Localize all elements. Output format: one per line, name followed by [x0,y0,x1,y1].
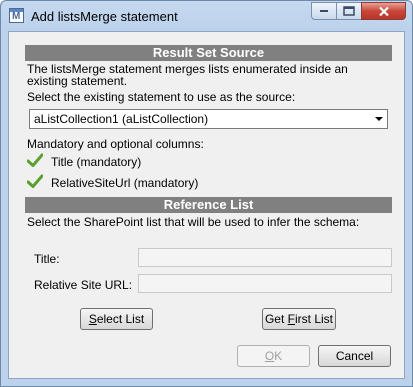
close-icon [378,6,389,16]
select-source-prompt: Select the existing statement to use as … [27,90,296,104]
result-set-source-header: Result Set Source [25,45,392,61]
minimize-button[interactable] [311,2,337,20]
maximize-button[interactable] [336,2,362,20]
source-statement-dropdown[interactable]: aListCollection1 (aListCollection) [29,109,388,129]
check-icon [27,174,43,188]
title-label: Title: [34,252,60,266]
dialog-content: Result Set Source The listsMerge stateme… [8,31,405,379]
check-icon [27,153,43,167]
reference-list-prompt: Select the SharePoint list that will be … [27,215,360,229]
get-first-list-button[interactable]: Get First List [262,308,336,330]
column-item: RelativeSiteUrl (mandatory) [51,176,199,190]
ok-label: K [274,349,283,363]
columns-label: Mandatory and optional columns: [27,137,204,151]
select-list-label: elect List [96,312,145,326]
source-description: The listsMerge statement merges lists en… [27,62,348,88]
dialog-window: M Add listsMerge statement Result Set So… [0,0,413,387]
select-list-mnemonic: S [88,312,97,326]
relative-site-url-field[interactable] [138,274,392,293]
close-button[interactable] [361,2,406,20]
reference-list-header: Reference List [25,197,392,213]
app-icon[interactable]: M [9,8,24,23]
relative-site-url-label: Relative Site URL: [34,278,133,292]
source-statement-value: aListCollection1 (aListCollection) [34,112,209,126]
select-list-button[interactable]: Select List [80,308,153,330]
get-first-list-label-pre: Get [264,312,285,326]
cancel-button[interactable]: Cancel [318,345,391,367]
ok-mnemonic: O [264,349,275,363]
maximize-icon [343,6,355,16]
title-bar[interactable]: M Add listsMerge statement [1,1,412,31]
column-item: Title (mandatory) [51,155,142,169]
window-title: Add listsMerge statement [31,9,178,24]
title-field[interactable] [138,248,392,267]
get-first-list-mnemonic: F [287,312,295,326]
chevron-down-icon [375,117,383,121]
ok-button[interactable]: OK [237,345,310,367]
get-first-list-label: irst List [295,312,334,326]
minimize-icon [320,10,328,12]
